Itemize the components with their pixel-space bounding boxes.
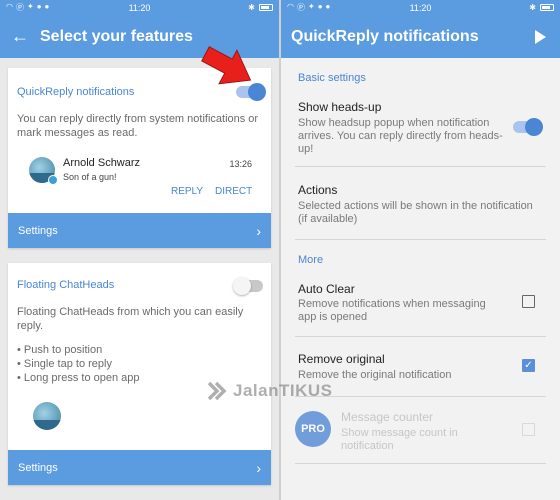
watermark-text: JalanTIKUS	[233, 381, 333, 400]
chathead-avatar	[33, 402, 61, 430]
pref-title: Auto Clear	[298, 282, 355, 296]
message-counter-checkbox[interactable]	[522, 423, 535, 436]
pref-title: Actions	[298, 183, 338, 197]
status-time: 11:20	[409, 2, 432, 13]
page-title: QuickReply notifications	[291, 27, 479, 45]
battery-icon	[259, 4, 273, 11]
status-time: 11:20	[128, 2, 151, 13]
divider	[295, 166, 546, 167]
chatheads-toggle[interactable]	[233, 277, 263, 295]
divider	[295, 463, 546, 464]
pref-summary: Selected actions will be shown in the no…	[298, 200, 533, 225]
page-title: Select your features	[40, 27, 193, 45]
quickreply-card-title: QuickReply notifications	[17, 86, 135, 98]
check-icon: ✓	[524, 360, 533, 371]
quickreply-card-description: You can reply directly from system notif…	[17, 113, 259, 139]
pref-title: Show heads-up	[298, 100, 382, 114]
chatheads-card-description: Floating ChatHeads from which you can ea…	[17, 306, 244, 332]
app-bar: QuickReply notifications	[281, 15, 560, 58]
jalantikus-logo-icon	[207, 381, 227, 401]
app-badge-icon	[48, 175, 58, 185]
quickreply-settings-screen: ◠ Ⓟ ✦ ● ● 11:20 ✱ QuickReply notificatio…	[281, 0, 560, 500]
pref-title: Remove original	[298, 352, 385, 366]
pref-summary: Remove notifications when messaging app …	[298, 298, 486, 323]
auto-clear-checkbox[interactable]	[522, 295, 535, 308]
quickreply-card: QuickReply notifications You can reply d…	[8, 68, 271, 248]
reply-button[interactable]: REPLY	[171, 186, 203, 197]
section-header-more: More	[298, 254, 324, 266]
quickreply-settings-button[interactable]: Settings ›	[8, 213, 271, 248]
status-bar: ◠ Ⓟ ✦ ● ● 11:20 ✱	[0, 0, 279, 15]
chatheads-bullet: • Single tap to reply	[17, 358, 112, 370]
settings-label: Settings	[18, 224, 58, 237]
chatheads-settings-button[interactable]: Settings ›	[8, 450, 271, 485]
red-arrow-icon	[201, 46, 252, 85]
message-preview: Son of a gun!	[63, 172, 117, 182]
status-bar: ◠ Ⓟ ✦ ● ● 11:20 ✱	[281, 0, 560, 15]
headsup-toggle[interactable]	[513, 118, 543, 136]
direct-button[interactable]: DIRECT	[215, 186, 252, 197]
sender-name: Arnold Schwarz	[63, 157, 141, 169]
section-header-basic: Basic settings	[298, 72, 366, 84]
chatheads-card: Floating ChatHeads Floating ChatHeads fr…	[8, 263, 271, 485]
message-time: 13:26	[229, 159, 252, 169]
settings-label: Settings	[18, 461, 58, 474]
chevron-right-icon: ›	[256, 459, 261, 476]
pref-title: Message counter	[341, 410, 434, 424]
divider	[295, 396, 546, 397]
divider	[295, 239, 546, 240]
send-icon[interactable]	[535, 29, 546, 44]
pref-summary: Show message count in notification	[341, 427, 458, 452]
back-arrow-icon[interactable]: ←	[0, 26, 40, 47]
battery-icon	[540, 4, 554, 11]
chatheads-card-title: Floating ChatHeads	[17, 279, 115, 291]
chatheads-bullet: • Push to position	[17, 344, 103, 356]
remove-original-checkbox[interactable]: ✓	[522, 359, 535, 372]
chevron-right-icon: ›	[256, 222, 261, 239]
watermark: JalanTIKUS	[206, 380, 332, 402]
pref-summary: Show headsup popup when notification arr…	[298, 117, 503, 155]
pro-badge: PRO	[295, 411, 331, 447]
divider	[295, 336, 546, 337]
